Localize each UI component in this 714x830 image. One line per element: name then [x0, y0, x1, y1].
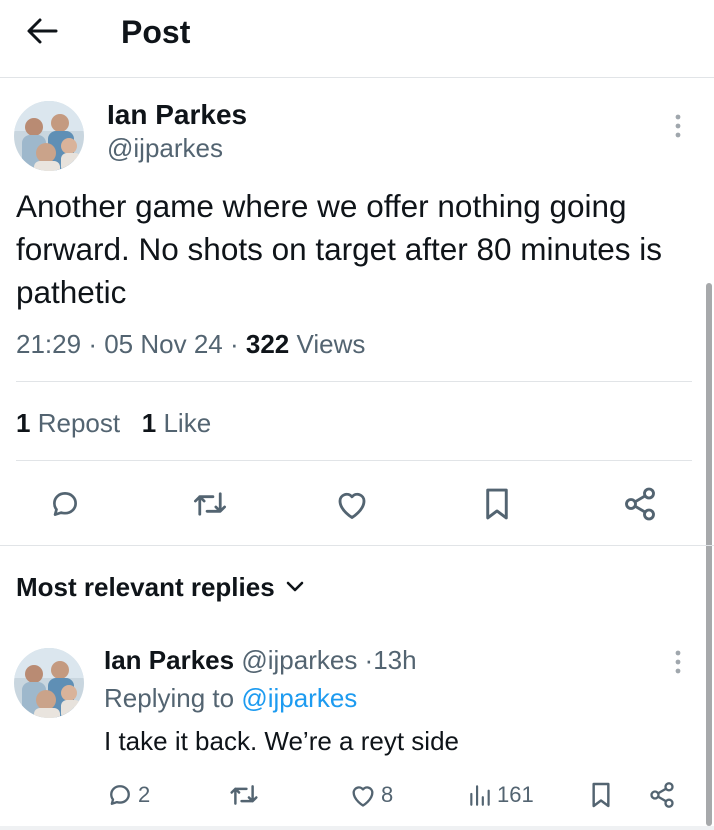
- likes-count: 1: [141, 408, 157, 438]
- reposts-count: 1: [16, 408, 31, 438]
- author-handle[interactable]: @ijparkes: [107, 131, 223, 165]
- replying-to-prefix: Replying to: [104, 683, 235, 713]
- arrow-left-icon: [27, 18, 58, 44]
- share-icon: [650, 782, 674, 808]
- avatar[interactable]: [14, 101, 84, 171]
- meta-separator: ·: [364, 645, 374, 675]
- reply-bookmark-button[interactable]: [590, 778, 612, 812]
- back-button[interactable]: [22, 13, 62, 49]
- reply-like-button[interactable]: 8: [349, 778, 393, 812]
- like-button[interactable]: [332, 484, 372, 524]
- views-icon: [470, 785, 490, 806]
- engagement-stats: 1 Repost 1 Like: [16, 406, 211, 440]
- like-icon: [338, 492, 366, 519]
- more-vertical-icon: [675, 650, 681, 674]
- views-label: Views: [296, 329, 366, 359]
- more-vertical-icon: [675, 114, 681, 138]
- reply-text: I take it back. We’re a reyt side: [104, 726, 459, 756]
- reply-reply-button[interactable]: 2: [106, 778, 150, 812]
- tweet-time[interactable]: 21:29: [16, 329, 81, 359]
- reply-reply-count: 2: [138, 782, 151, 807]
- replying-to: Replying to @ijparkes: [104, 681, 357, 715]
- reply-views-count: 161: [497, 782, 534, 807]
- section-divider: [0, 545, 714, 546]
- share-icon: [625, 487, 655, 521]
- reply-button[interactable]: [45, 484, 85, 524]
- reposts-label: Repost: [37, 408, 121, 438]
- divider: [16, 381, 692, 382]
- more-options-button[interactable]: [663, 111, 693, 141]
- likes-stat[interactable]: 1 Like: [142, 408, 211, 438]
- reply-author-name[interactable]: Ian Parkes: [104, 645, 234, 675]
- divider: [16, 460, 692, 461]
- tweet-text: Another game where we offer nothing goin…: [16, 188, 663, 310]
- reply-more-options-button[interactable]: [663, 647, 693, 677]
- reply-share-button[interactable]: [648, 778, 676, 812]
- reply-avatar[interactable]: [14, 648, 84, 718]
- repost-icon: [230, 785, 258, 805]
- repost-icon: [193, 492, 227, 516]
- replying-to-handle[interactable]: @ijparkes: [241, 683, 357, 713]
- meta-separator: ·: [229, 329, 239, 359]
- reply-like-count: 8: [381, 782, 394, 807]
- page-title: Post: [121, 14, 191, 50]
- reply-views-button[interactable]: 161: [467, 778, 534, 812]
- share-button[interactable]: [620, 484, 660, 524]
- reply-repost-button[interactable]: [228, 778, 264, 812]
- scrollbar[interactable]: [706, 283, 712, 826]
- author-name[interactable]: Ian Parkes: [107, 98, 247, 132]
- views-count: 322: [245, 329, 290, 359]
- top-bar: Post: [0, 0, 714, 78]
- chevron-down-icon: [286, 581, 303, 592]
- tweet-date[interactable]: 05 Nov 24: [104, 329, 223, 359]
- reply-time[interactable]: 13h: [373, 645, 416, 675]
- meta-separator: ·: [88, 329, 97, 359]
- reposts-stat[interactable]: 1 Repost: [16, 408, 120, 438]
- bottom-divider: [0, 826, 714, 830]
- reply-header: Ian Parkes @ijparkes ·13h: [104, 643, 417, 677]
- repost-button[interactable]: [190, 484, 230, 524]
- likes-label: Like: [163, 408, 212, 438]
- replies-sort-label: Most relevant replies: [16, 572, 275, 602]
- reply-author-handle[interactable]: @ijparkes: [241, 645, 357, 675]
- bookmark-icon: [592, 782, 610, 808]
- bookmark-icon: [486, 488, 508, 520]
- replies-sort-dropdown[interactable]: Most relevant replies: [16, 570, 305, 604]
- reply-icon: [110, 785, 130, 805]
- reply-icon: [53, 492, 77, 516]
- tweet-meta: 21:29 · 05 Nov 24 · 322 Views: [16, 327, 365, 361]
- like-icon: [352, 786, 374, 807]
- bookmark-button[interactable]: [477, 484, 517, 524]
